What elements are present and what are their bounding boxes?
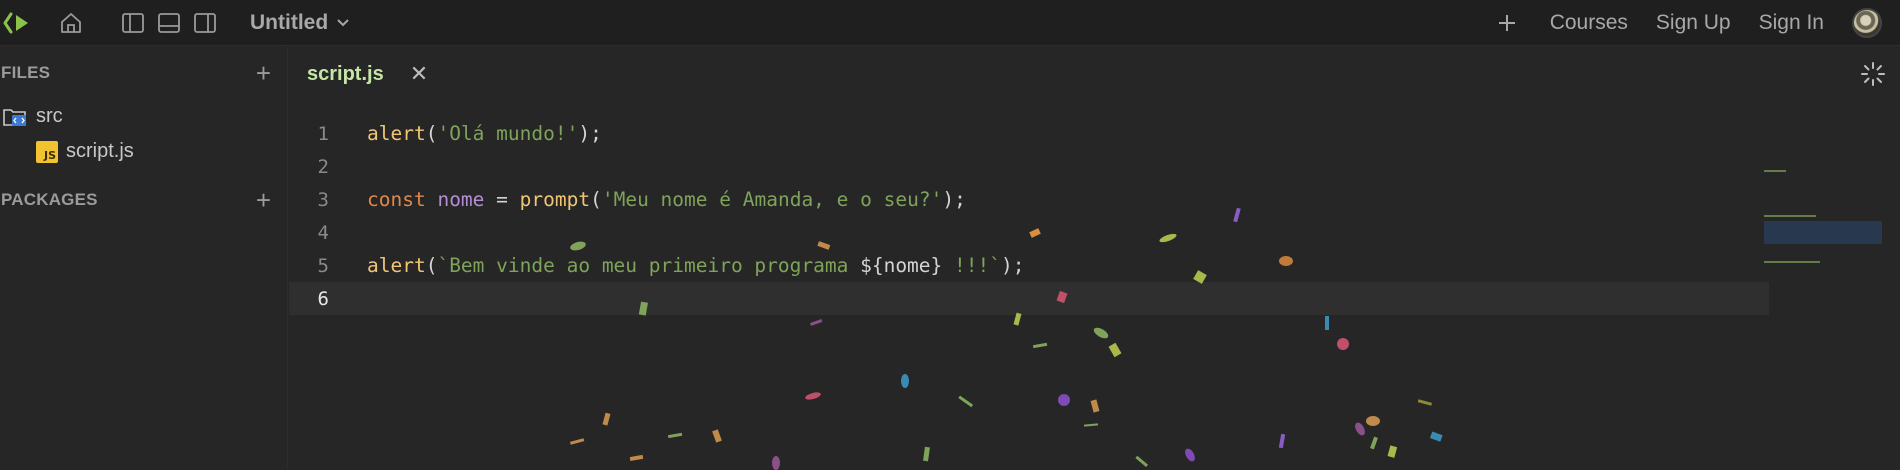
minimap-line (1764, 261, 1820, 263)
line-number: 2 (317, 155, 329, 178)
packages-header: PACKAGES + (0, 174, 287, 226)
tab-label: script.js (307, 62, 384, 85)
tree-item-src[interactable]: src (0, 99, 287, 134)
add-file-icon[interactable]: + (256, 60, 271, 86)
line-number: 4 (317, 221, 329, 244)
code-text: alert(`Bem vinde ao meu primeiro program… (367, 254, 1025, 277)
sign-in-link[interactable]: Sign In (1759, 11, 1824, 35)
loading-spinner-icon (1861, 62, 1885, 86)
line-number: 5 (317, 254, 329, 277)
home-icon[interactable] (56, 8, 86, 38)
code-line[interactable]: 4 (289, 216, 1769, 249)
code-line-active[interactable]: 6 (289, 282, 1769, 315)
minimap-viewport[interactable] (1764, 221, 1882, 244)
line-number: 1 (317, 122, 329, 145)
files-title: FILES (1, 63, 51, 82)
close-icon[interactable]: ✕ (410, 61, 428, 87)
files-header: FILES + (0, 47, 287, 99)
folder-code-icon (3, 108, 26, 126)
tab-script-js[interactable]: script.js ✕ (307, 61, 428, 87)
toggle-right-panel-icon[interactable] (190, 8, 220, 38)
minimap-line (1764, 215, 1816, 217)
minimap[interactable] (1764, 102, 1882, 302)
code-line[interactable]: 5 alert(`Bem vinde ao meu primeiro progr… (289, 249, 1769, 282)
add-package-icon[interactable]: + (256, 187, 271, 213)
project-name: Untitled (250, 10, 329, 34)
code-line[interactable]: 1 alert('Olá mundo!'); (289, 117, 1769, 150)
toggle-sidebar-icon[interactable] (118, 8, 148, 38)
tree-item-script-js[interactable]: JS script.js (0, 134, 287, 169)
minimap-line (1764, 170, 1786, 172)
tree-item-label: src (36, 105, 63, 127)
code-text: alert('Olá mundo!'); (367, 122, 602, 145)
code-line[interactable]: 3 const nome = prompt('Meu nome é Amanda… (289, 183, 1769, 216)
line-number: 3 (317, 188, 329, 211)
toggle-panel-icon[interactable] (154, 8, 184, 38)
code-area[interactable]: 1 alert('Olá mundo!'); 2 3 const nome = … (289, 117, 1769, 315)
logo-icon[interactable] (0, 0, 36, 46)
chevron-down-icon (337, 18, 349, 26)
top-bar: Untitled Courses Sign Up Sign In (0, 0, 1900, 46)
courses-link[interactable]: Courses (1550, 11, 1628, 35)
project-name-dropdown[interactable]: Untitled (250, 11, 350, 35)
sign-up-link[interactable]: Sign Up (1656, 11, 1731, 35)
line-number: 6 (317, 287, 329, 310)
editor-tabs: script.js ✕ (289, 47, 1900, 101)
avatar[interactable] (1852, 7, 1882, 38)
code-line[interactable]: 2 (289, 150, 1769, 183)
js-file-icon: JS (36, 140, 58, 163)
code-text: const nome = prompt('Meu nome é Amanda, … (367, 188, 966, 211)
sidebar: FILES + src JS script.js PACKAGES + (0, 47, 288, 470)
tree-item-label: script.js (66, 140, 134, 162)
add-icon[interactable] (1492, 8, 1522, 38)
packages-title: PACKAGES (1, 190, 98, 209)
editor: script.js ✕ 1 alert('Olá mundo!'); 2 3 c… (289, 47, 1900, 470)
